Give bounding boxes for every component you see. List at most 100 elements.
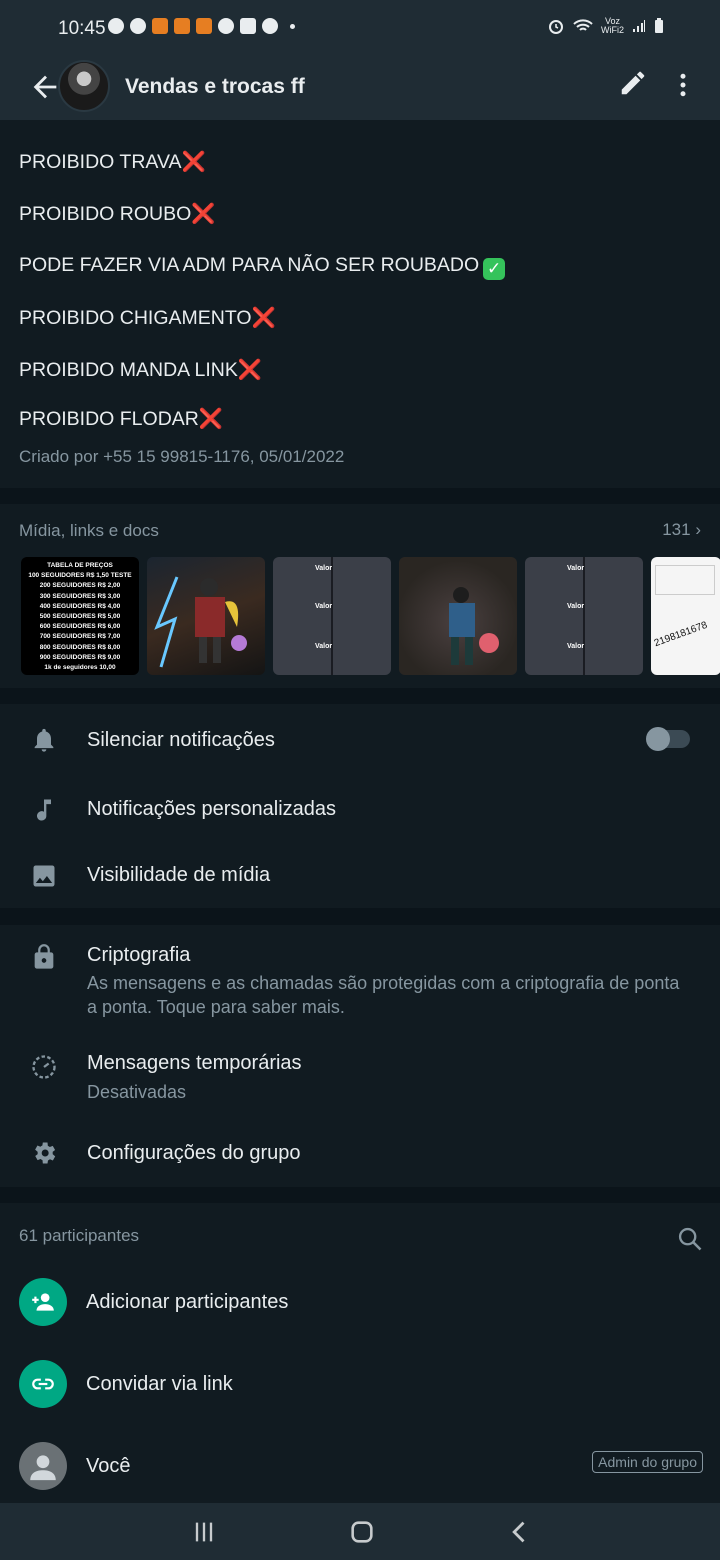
add-participants-label[interactable]: Adicionar participantes <box>86 1291 288 1314</box>
price-table-row: 400 SEGUIDORES R$ 4,00 <box>39 602 121 610</box>
add-person-icon <box>32 1293 54 1311</box>
participants-count: 61 participantes <box>19 1226 140 1245</box>
thumb-label: Valor <box>315 565 333 572</box>
youtube-status-icon <box>240 18 256 34</box>
cross-mark-icon: ❌ <box>181 151 206 173</box>
media-thumbnails: TABELA DE PREÇOS 100 SEGUIDORES R$ 1,50 … <box>21 557 720 675</box>
notification-status-icon <box>152 18 168 34</box>
pencil-icon[interactable] <box>618 68 648 98</box>
line-text: PROIBIDO FLODAR <box>19 408 199 430</box>
link-icon <box>32 1378 54 1390</box>
home-icon[interactable] <box>348 1518 376 1546</box>
game-character-image <box>154 576 247 668</box>
thumb-label: Valor <box>567 643 585 650</box>
notification-status-icon <box>196 18 212 34</box>
line-text: PODE FAZER VIA ADM PARA NÃO SER ROUBADO <box>19 254 480 276</box>
invite-link-avatar[interactable] <box>19 1360 67 1408</box>
receipt-box <box>655 565 715 595</box>
media-title[interactable]: Mídia, links e docs <box>19 521 159 541</box>
arrow-back-icon[interactable] <box>28 70 62 104</box>
price-table-row: 700 SEGUIDORES R$ 7,00 <box>39 633 121 641</box>
price-table-row: 500 SEGUIDORES R$ 5,00 <box>39 613 121 621</box>
price-table-row: 300 SEGUIDORES R$ 3,00 <box>39 592 121 600</box>
description-line: PODE FAZER VIA ADM PARA NÃO SER ROUBADO ✓ <box>19 254 506 280</box>
thumb-label: Valor <box>567 603 585 610</box>
wifi-icon <box>573 19 593 31</box>
custom-notifications-label[interactable]: Notificações personalizadas <box>87 798 336 821</box>
lock-icon <box>34 944 54 969</box>
timer-icon <box>32 1055 56 1079</box>
price-table-row: 600 SEGUIDORES R$ 6,00 <box>39 623 121 631</box>
price-table-header: TABELA DE PREÇOS <box>47 562 113 569</box>
status-right-icons: Voz WiFi2 <box>547 17 664 35</box>
media-section: Mídia, links e docs 131 › TABELA DE PREÇ… <box>0 504 720 688</box>
encryption-title[interactable]: Criptografia <box>87 944 190 967</box>
mute-notifications-label[interactable]: Silenciar notificações <box>87 729 275 752</box>
line-text: PROIBIDO TRAVA <box>19 151 182 173</box>
person-icon <box>30 1455 56 1481</box>
bell-icon <box>34 728 54 752</box>
alarm-icon <box>549 20 563 34</box>
group-avatar[interactable] <box>58 60 110 112</box>
member-name-you[interactable]: Você <box>86 1455 130 1478</box>
image-icon <box>33 865 55 887</box>
notification-status-icon <box>174 18 190 34</box>
line-text: PROIBIDO MANDA LINK <box>19 359 238 381</box>
whatsapp-status-icon <box>108 18 124 34</box>
media-count[interactable]: 131 › <box>662 520 701 540</box>
app-status-icon <box>218 18 234 34</box>
media-thumbnail-price-table[interactable]: TABELA DE PREÇOS 100 SEGUIDORES R$ 1,50 … <box>21 557 139 675</box>
cross-mark-icon: ❌ <box>198 408 224 430</box>
price-table-row: 100 SEGUIDORES R$ 1,50 TESTE <box>28 572 132 580</box>
cross-mark-icon: ❌ <box>191 203 216 225</box>
media-thumbnail[interactable]: Valor Valor Valor <box>525 557 643 675</box>
signal-icon <box>633 20 645 32</box>
created-by: Criado por +55 15 99815-1176, 05/01/2022 <box>19 447 345 466</box>
group-settings-label[interactable]: Configurações do grupo <box>87 1142 300 1165</box>
search-icon[interactable] <box>676 1225 704 1253</box>
media-thumbnail[interactable]: Valor Valor Valor <box>273 557 391 675</box>
cross-mark-icon: ❌ <box>251 307 276 329</box>
admin-badge: Admin do grupo <box>592 1451 703 1473</box>
disappearing-messages-title[interactable]: Mensagens temporárias <box>87 1052 302 1075</box>
mute-toggle[interactable] <box>646 727 690 751</box>
invite-link-label[interactable]: Convidar via link <box>86 1373 233 1396</box>
description-line: PROIBIDO MANDA LINK❌ <box>19 358 262 382</box>
media-count-value: 131 <box>662 520 691 539</box>
battery-icon <box>655 18 663 33</box>
notifications-section: Silenciar notificações Notificações pers… <box>0 704 720 908</box>
wifi2-label: WiFi2 <box>601 25 624 35</box>
group-name[interactable]: Vendas e trocas ff <box>125 75 305 99</box>
add-participants-avatar[interactable] <box>19 1278 67 1326</box>
group-description[interactable]: PROIBIDO TRAVA❌ PROIBIDO ROUBO❌ PODE FAZ… <box>0 120 720 488</box>
line-text: PROIBIDO ROUBO <box>19 203 192 225</box>
media-thumbnail[interactable] <box>399 557 517 675</box>
description-line: PROIBIDO ROUBO❌ <box>19 202 216 226</box>
price-table-row: 900 SEGUIDORES R$ 9,00 <box>39 653 121 661</box>
line-text: PROIBIDO CHIGAMENTO <box>19 307 252 329</box>
description-line: PROIBIDO CHIGAMENTO❌ <box>19 306 276 330</box>
encryption-description: As mensagens e as chamadas são protegida… <box>87 973 680 1017</box>
media-thumbnail[interactable] <box>147 557 265 675</box>
nav-back-icon[interactable] <box>506 1518 534 1546</box>
price-table-row: 1k de seguidores 10,00 <box>44 664 116 672</box>
member-avatar[interactable] <box>19 1442 67 1490</box>
price-table-row: 200 SEGUIDORES R$ 2,00 <box>39 582 121 590</box>
app-status-icon <box>130 18 146 34</box>
description-line: PROIBIDO FLODAR❌ <box>19 407 223 431</box>
price-table-row: 800 SEGUIDORES R$ 8,00 <box>39 643 121 651</box>
media-visibility-label[interactable]: Visibilidade de mídia <box>87 864 270 887</box>
gear-icon <box>35 1142 56 1164</box>
voz-wifi-label: Voz WiFi2 <box>601 17 624 35</box>
recent-apps-icon[interactable] <box>190 1518 218 1546</box>
thumb-label: Valor <box>567 565 585 572</box>
more-vert-icon[interactable] <box>668 70 698 100</box>
status-time: 10:45 <box>58 18 106 39</box>
cross-mark-icon: ❌ <box>237 359 263 381</box>
status-bar: 10:45 Voz WiFi2 <box>0 0 720 56</box>
status-left-icons <box>108 18 295 34</box>
system-nav-bar <box>0 1503 720 1560</box>
app-bar: Vendas e trocas ff <box>0 56 720 120</box>
media-thumbnail[interactable]: 2198181678 <box>651 557 720 675</box>
thumb-label: Valor <box>315 603 333 610</box>
